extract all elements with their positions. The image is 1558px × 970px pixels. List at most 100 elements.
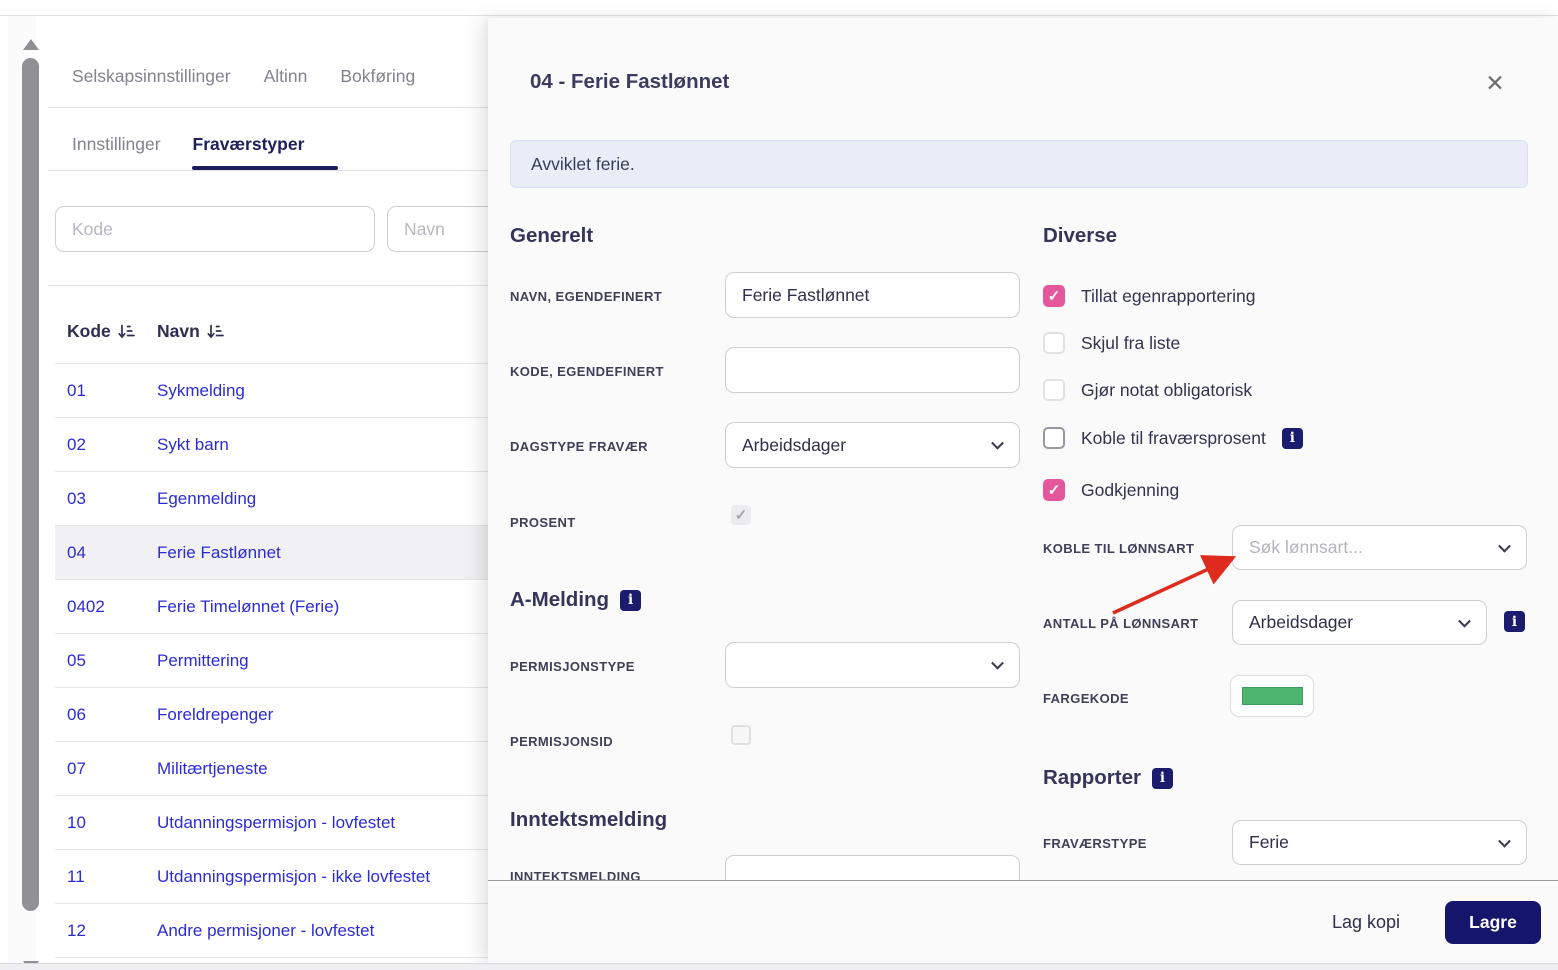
check-icon: ✓ [1047,287,1061,305]
left-scrollbar[interactable] [8,16,39,970]
top-border-line [0,15,1558,16]
scroll-up-icon[interactable] [23,39,39,50]
lag-kopi-button[interactable]: Lag kopi [1332,912,1400,933]
navn-egendefinert-input[interactable]: Ferie Fastlønnet [725,272,1020,318]
row-navn-link[interactable]: Ferie Fastlønnet [157,527,488,578]
checkbox-row-godkjenning: ✓ Godkjenning [1043,478,1179,502]
info-icon[interactable]: i [620,589,642,611]
table-row[interactable]: 02 Sykt barn [55,418,488,472]
table-row[interactable]: 01 Sykmelding [55,364,488,418]
info-icon[interactable]: i [1504,611,1525,632]
chevron-down-icon [991,436,1004,450]
sort-icon[interactable] [207,324,224,339]
scrollbar-thumb[interactable] [22,58,39,911]
fravaerstype-detail-panel: 04 - Ferie Fastlønnet ✕ Avviklet ferie. … [488,18,1558,963]
column-header-navn[interactable]: Navn [157,321,224,342]
fravaerstype-label: FRAVÆRSTYPE [1043,836,1147,851]
tillat-egenrapportering-checkbox[interactable]: ✓ [1043,285,1065,307]
info-icon[interactable]: i [1151,767,1173,789]
row-kode-link[interactable]: 0402 [55,597,157,617]
row-navn-link[interactable]: Sykt barn [157,419,488,470]
kode-egendefinert-input[interactable] [725,347,1020,393]
select-value: Arbeidsdager [1249,612,1354,632]
checkbox-row-tillat-egenrapportering: ✓ Tillat egenrapportering [1043,284,1255,308]
gjor-notat-obligatorisk-checkbox[interactable] [1043,379,1065,401]
check-icon: ✓ [1047,481,1061,499]
row-kode-link[interactable]: 02 [55,435,157,455]
table-row[interactable]: 10 Utdanningspermisjon - lovfestet [55,796,488,850]
dagstype-fravaer-select[interactable]: Arbeidsdager [725,422,1020,468]
tab-altinn[interactable]: Altinn [264,66,308,87]
koble-til-lonnsart-label: KOBLE TIL LØNNSART [1043,541,1195,556]
row-kode-link[interactable]: 11 [55,867,157,887]
column-label: Kode [67,320,111,341]
row-navn-link[interactable]: Militærtjeneste [157,743,488,794]
permisjonstype-select[interactable] [725,642,1020,688]
table-row[interactable]: 12 Andre permisjoner - lovfestet [55,904,488,958]
red-annotation-arrow [1112,555,1237,615]
koble-til-lonnsart-select[interactable]: Søk lønnsart... [1232,525,1527,570]
permisjonsid-checkbox[interactable] [731,725,751,745]
app-root: Selskapsinnstillinger Altinn Bokføring I… [0,0,1558,970]
row-kode-link[interactable]: 06 [55,705,157,725]
row-navn-link[interactable]: Egenmelding [157,473,488,524]
info-banner: Avviklet ferie. [510,140,1528,188]
tab-selskapsinnstillinger[interactable]: Selskapsinnstillinger [72,66,231,87]
dagstype-fravaer-label: DAGSTYPE FRAVÆR [510,439,648,454]
info-icon[interactable]: i [1281,427,1303,449]
row-navn-link[interactable]: Andre permisjoner - lovfestet [157,905,488,956]
koble-til-fravaersprosent-checkbox[interactable] [1043,427,1065,449]
fargekode-swatch-button[interactable] [1230,675,1314,717]
checkbox-row-gjor-notat-obligatorisk: Gjør notat obligatorisk [1043,378,1252,402]
table-row[interactable]: 0402 Ferie Timelønnet (Ferie) [55,580,488,634]
navn-egendefinert-label: NAVN, EGENDEFINERT [510,289,663,304]
row-navn-link[interactable]: Foreldrepenger [157,689,488,740]
row-navn-link[interactable]: Ferie Timelønnet (Ferie) [157,581,488,632]
row-navn-link[interactable]: Utdanningspermisjon - ikke lovfestet [157,851,488,902]
close-icon[interactable]: ✕ [1478,66,1512,100]
chevron-down-icon [1498,834,1511,848]
skjul-fra-liste-checkbox[interactable] [1043,332,1065,354]
antall-pa-lonnsart-select[interactable]: Arbeidsdager [1232,600,1487,645]
divider [48,107,488,108]
kode-filter-input[interactable] [55,206,375,252]
checkbox-label: Gjør notat obligatorisk [1081,379,1253,400]
table-row[interactable]: 05 Permittering [55,634,488,688]
page-title: 04 - Ferie Fastlønnet [530,70,730,93]
tab-innstillinger[interactable]: Innstillinger [72,134,161,155]
tab-bokforing[interactable]: Bokføring [340,66,415,87]
row-kode-link[interactable]: 03 [55,489,157,509]
checkbox-label: Koble til fraværsprosent [1081,427,1266,448]
row-kode-link[interactable]: 05 [55,651,157,671]
godkjenning-checkbox[interactable]: ✓ [1043,479,1065,501]
input-value: Ferie Fastlønnet [742,284,870,305]
row-navn-link[interactable]: Permittering [157,635,488,686]
row-kode-link[interactable]: 01 [55,381,157,401]
prosent-checkbox: ✓ [731,505,751,525]
row-kode-link[interactable]: 10 [55,813,157,833]
table-row[interactable]: 06 Foreldrepenger [55,688,488,742]
table-row[interactable]: 07 Militærtjeneste [55,742,488,796]
antall-pa-lonnsart-label: ANTALL PÅ LØNNSART [1043,616,1199,631]
section-heading-diverse: Diverse [1043,224,1118,247]
table-row-selected[interactable]: 04 Ferie Fastlønnet [55,526,488,580]
prosent-label: PROSENT [510,515,576,530]
row-navn-link[interactable]: Utdanningspermisjon - lovfestet [157,797,488,848]
fargekode-label: FARGEKODE [1043,691,1129,706]
divider [48,285,488,286]
row-navn-link[interactable]: Sykmelding [157,365,488,416]
table-row[interactable]: 11 Utdanningspermisjon - ikke lovfestet [55,850,488,904]
lagre-button[interactable]: Lagre [1445,900,1541,944]
fravaerstype-select[interactable]: Ferie [1232,820,1527,865]
tab-fravaerstyper[interactable]: Fraværstyper [193,134,305,155]
sort-icon[interactable] [118,324,135,339]
row-kode-link[interactable]: 12 [55,921,157,941]
checkbox-row-koble-til-fravaersprosent: Koble til fraværsprosent i [1043,426,1303,450]
row-kode-link[interactable]: 07 [55,759,157,779]
column-header-kode[interactable]: Kode [55,321,157,342]
select-value: Ferie [1249,832,1289,852]
table-row[interactable]: 03 Egenmelding [55,472,488,526]
row-kode-link[interactable]: 04 [55,543,157,563]
sub-tabs: Innstillinger Fraværstyper [72,134,304,155]
checkbox-row-skjul-fra-liste: Skjul fra liste [1043,331,1180,355]
